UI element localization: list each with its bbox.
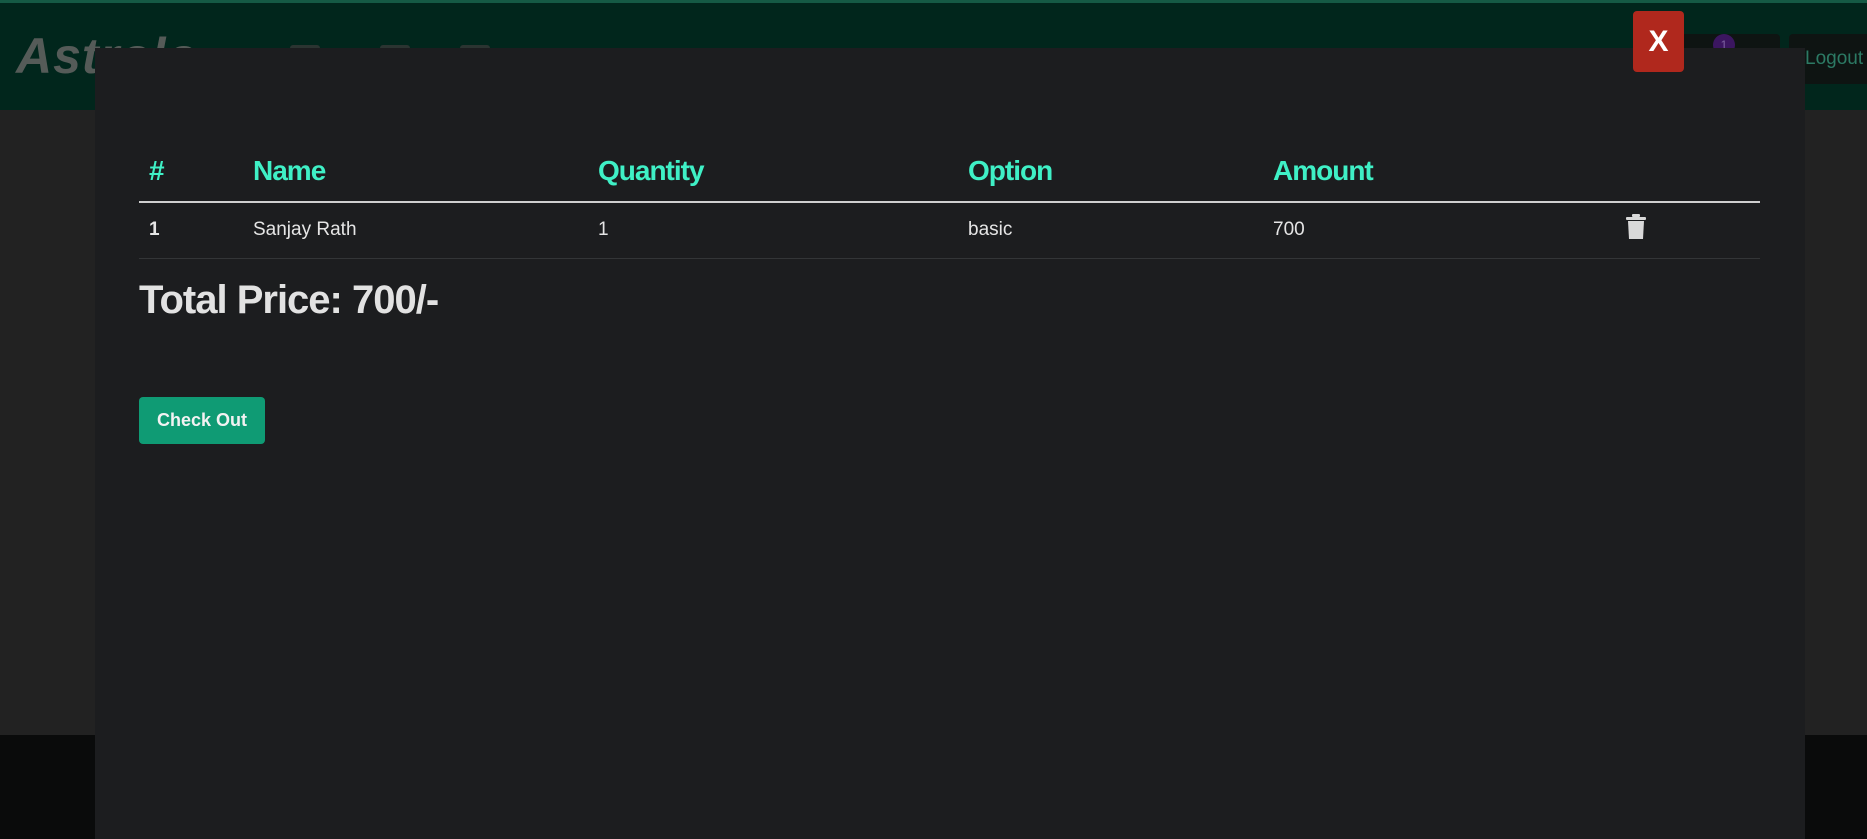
cart-table: # Name Quantity Option Amount 1 Sanjay R… xyxy=(139,140,1760,259)
cell-name: Sanjay Rath xyxy=(243,202,588,259)
trash-icon[interactable] xyxy=(1625,214,1647,240)
total-price: Total Price: 700/- xyxy=(139,278,439,322)
cell-index: 1 xyxy=(139,202,243,259)
table-header-row: # Name Quantity Option Amount xyxy=(139,140,1760,203)
column-header-index: # xyxy=(139,140,243,203)
column-header-quantity: Quantity xyxy=(588,140,958,203)
cell-quantity: 1 xyxy=(588,202,958,259)
column-header-name: Name xyxy=(243,140,588,203)
checkout-button[interactable]: Check Out xyxy=(139,397,265,444)
cell-amount: 700 xyxy=(1263,202,1615,259)
column-header-actions xyxy=(1615,140,1760,203)
column-header-option: Option xyxy=(958,140,1263,203)
cell-actions xyxy=(1615,202,1760,259)
cell-option: basic xyxy=(958,202,1263,259)
table-row: 1 Sanjay Rath 1 basic 700 xyxy=(139,202,1760,259)
column-header-amount: Amount xyxy=(1263,140,1615,203)
close-button[interactable]: X xyxy=(1633,11,1684,72)
